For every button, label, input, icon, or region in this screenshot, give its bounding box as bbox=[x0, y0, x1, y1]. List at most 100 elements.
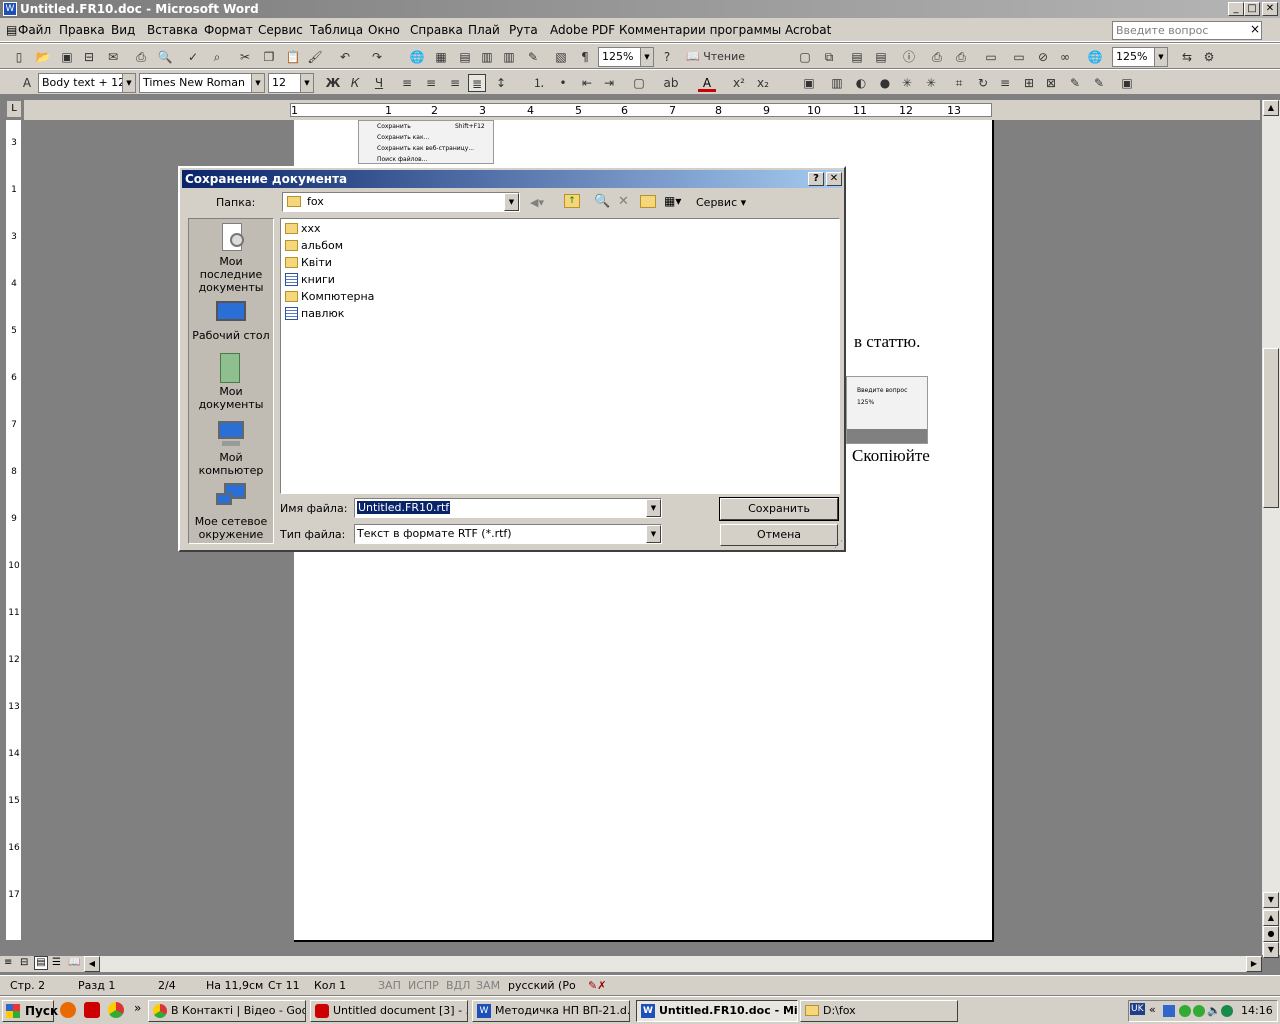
scroll-down-button[interactable]: ▼ bbox=[1263, 892, 1279, 908]
place-network[interactable]: Мое сетевое окружение bbox=[189, 483, 273, 541]
vertical-ruler[interactable]: 3 1 3 4 5 6 7 8 9 10 11 12 13 14 15 16 1… bbox=[6, 120, 22, 940]
views-icon[interactable]: ▦▾ bbox=[664, 194, 681, 208]
save-icon[interactable]: ▣ bbox=[58, 48, 76, 66]
print-preview-icon[interactable]: 🔍 bbox=[156, 48, 174, 66]
file-item-album[interactable]: альбом bbox=[283, 238, 343, 254]
resize-grip-icon[interactable]: ⋰ bbox=[834, 540, 843, 550]
globe-icon[interactable]: 🌐 bbox=[1086, 48, 1104, 66]
place-my-computer[interactable]: Мой компьютер bbox=[189, 419, 273, 477]
highlight-icon[interactable]: ab bbox=[662, 74, 680, 92]
word-app-icon[interactable]: W bbox=[3, 2, 17, 16]
menu-file[interactable]: Файл bbox=[18, 23, 51, 37]
menu-format[interactable]: Формат bbox=[204, 23, 253, 37]
undo-icon[interactable]: ↶ bbox=[336, 48, 354, 66]
menu-view[interactable]: Вид bbox=[111, 23, 135, 37]
compress-icon[interactable]: ⊞ bbox=[1020, 74, 1038, 92]
help-icon[interactable]: ? bbox=[658, 48, 676, 66]
file-item-xxx[interactable]: xxx bbox=[283, 221, 321, 237]
reviewing-icon[interactable]: ▢ bbox=[796, 48, 814, 66]
drawing-icon[interactable]: ✎ bbox=[524, 48, 542, 66]
scroll-left-button[interactable]: ◀ bbox=[84, 956, 100, 972]
task-untitled-fr10[interactable]: W Untitled.FR10.doc - Mi... bbox=[636, 1000, 798, 1022]
minimize-button[interactable]: _ bbox=[1228, 2, 1244, 16]
show-hide-icon[interactable]: ¶ bbox=[576, 48, 594, 66]
menu-insert[interactable]: Вставка bbox=[147, 23, 198, 37]
font-select[interactable]: Times New Roman ▼ bbox=[139, 73, 265, 93]
italic-icon[interactable]: К bbox=[346, 74, 364, 92]
window-title-bar[interactable]: Untitled.FR10.doc - Microsoft Word bbox=[0, 0, 1280, 18]
dialog-title-bar[interactable]: Сохранение документа bbox=[182, 170, 842, 188]
menu-help[interactable]: Справка bbox=[410, 23, 463, 37]
status-language[interactable]: русский (Ро bbox=[508, 979, 576, 992]
print-icon[interactable]: ⎙ bbox=[132, 48, 150, 66]
align-left-icon[interactable]: ≡ bbox=[398, 74, 416, 92]
tab-selector[interactable]: L bbox=[6, 100, 22, 118]
paste-icon[interactable]: 📋 bbox=[284, 48, 302, 66]
prev-page-button[interactable]: ▲ bbox=[1263, 910, 1279, 926]
search-web-icon[interactable]: 🔍 bbox=[594, 194, 610, 209]
green-tray-icon[interactable] bbox=[1179, 1005, 1191, 1017]
unlink-icon[interactable]: ⊘ bbox=[1034, 48, 1052, 66]
rotate-icon[interactable]: ↻ bbox=[974, 74, 992, 92]
align-center-icon[interactable]: ≡ bbox=[422, 74, 440, 92]
dialog-help-button[interactable]: ? bbox=[808, 172, 824, 186]
save-button[interactable]: Сохранить bbox=[719, 497, 839, 521]
acrobat-icon[interactable]: ⚙ bbox=[1200, 48, 1218, 66]
task-untitled-document[interactable]: Untitled document [3] - ... bbox=[310, 1000, 468, 1022]
place-desktop[interactable]: Рабочий стол bbox=[189, 297, 273, 342]
vertical-scrollbar[interactable]: ▲ ▼ ▲ ● ▼ bbox=[1262, 100, 1280, 958]
horizontal-scrollbar[interactable]: ◀ ▶ bbox=[84, 956, 1262, 972]
opera-icon[interactable] bbox=[84, 1002, 100, 1018]
spelling-status-icon[interactable]: ✎✗ bbox=[588, 979, 606, 992]
task-metodichka[interactable]: W Методичка НП ВП-21.d... bbox=[472, 1000, 630, 1022]
normal-view-icon[interactable]: ≡ bbox=[4, 957, 12, 968]
scroll-up-button[interactable]: ▲ bbox=[1263, 100, 1279, 116]
prev-comment-icon[interactable]: ▤ bbox=[848, 48, 866, 66]
document-map-icon[interactable]: ▧ bbox=[552, 48, 570, 66]
menu-acrobat-comments[interactable]: Комментарии программы Acrobat bbox=[619, 23, 831, 37]
set-transparent-icon[interactable]: ✎ bbox=[1090, 74, 1108, 92]
file-item-kvity[interactable]: Квіти bbox=[283, 255, 332, 271]
antivirus-tray-icon[interactable] bbox=[1193, 1005, 1205, 1017]
menu-plai[interactable]: Плай bbox=[468, 23, 500, 37]
style-select[interactable]: Body text + 12 г ▼ bbox=[38, 73, 136, 93]
back-icon[interactable]: ◀▾ bbox=[530, 196, 544, 209]
quicklaunch-chevron[interactable]: » bbox=[134, 1001, 141, 1015]
hyperlink-icon[interactable]: 🌐 bbox=[408, 48, 426, 66]
permission-icon[interactable]: ⊟ bbox=[80, 48, 98, 66]
filetype-select[interactable]: Текст в формате RTF (*.rtf) ▼ bbox=[354, 524, 662, 544]
research-icon[interactable]: ⌕ bbox=[208, 48, 226, 66]
picture-icon[interactable]: ▣ bbox=[800, 74, 818, 92]
new-document-icon[interactable]: ▯ bbox=[10, 48, 28, 66]
horizontal-ruler[interactable]: 1 1 2 3 4 5 6 7 8 9 10 11 12 13 bbox=[24, 100, 1260, 120]
menu-window[interactable]: Окно bbox=[368, 23, 400, 37]
status-track[interactable]: ИСПР bbox=[408, 979, 439, 992]
pdf-convert-icon[interactable]: ⇆ bbox=[1178, 48, 1196, 66]
crop-icon[interactable]: ⌗ bbox=[950, 74, 968, 92]
insert-excel-icon[interactable]: ▥ bbox=[478, 48, 496, 66]
place-recent[interactable]: Мои последние документы bbox=[189, 223, 273, 294]
next-comment-icon[interactable]: ▤ bbox=[872, 48, 890, 66]
image-icon-5[interactable]: ✳ bbox=[922, 74, 940, 92]
outline-view-icon[interactable]: ☰ bbox=[52, 957, 61, 968]
align-right-icon[interactable]: ≡ bbox=[446, 74, 464, 92]
file-item-kompyuterna[interactable]: Компютерна bbox=[283, 289, 374, 305]
tools-menu[interactable]: Сервис ▾ bbox=[696, 196, 746, 209]
task-fox-folder[interactable]: D:\fox bbox=[800, 1000, 958, 1022]
up-folder-icon[interactable]: ↑ bbox=[564, 194, 580, 208]
language-indicator[interactable]: UK bbox=[1130, 1003, 1145, 1015]
justify-icon[interactable]: ≣ bbox=[468, 74, 486, 92]
new-folder-icon[interactable] bbox=[640, 195, 656, 208]
insert-table-icon[interactable]: ▤ bbox=[456, 48, 474, 66]
format-painter-icon[interactable]: 🖌 bbox=[306, 48, 324, 66]
numbering-icon[interactable]: ⒈ bbox=[530, 74, 548, 92]
select-browse-object-button[interactable]: ● bbox=[1263, 926, 1279, 942]
scroll-thumb[interactable] bbox=[1263, 348, 1279, 508]
folder-select[interactable]: fox ▼ bbox=[282, 192, 520, 212]
columns-icon[interactable]: ▥ bbox=[500, 48, 518, 66]
decrease-indent-icon[interactable]: ⇤ bbox=[578, 74, 596, 92]
tray-chevron[interactable]: « bbox=[1149, 1003, 1156, 1016]
compare-icon[interactable]: ⧉ bbox=[820, 48, 838, 66]
open-icon[interactable]: 📂 bbox=[34, 48, 52, 66]
superscript-icon[interactable]: x² bbox=[730, 74, 748, 92]
